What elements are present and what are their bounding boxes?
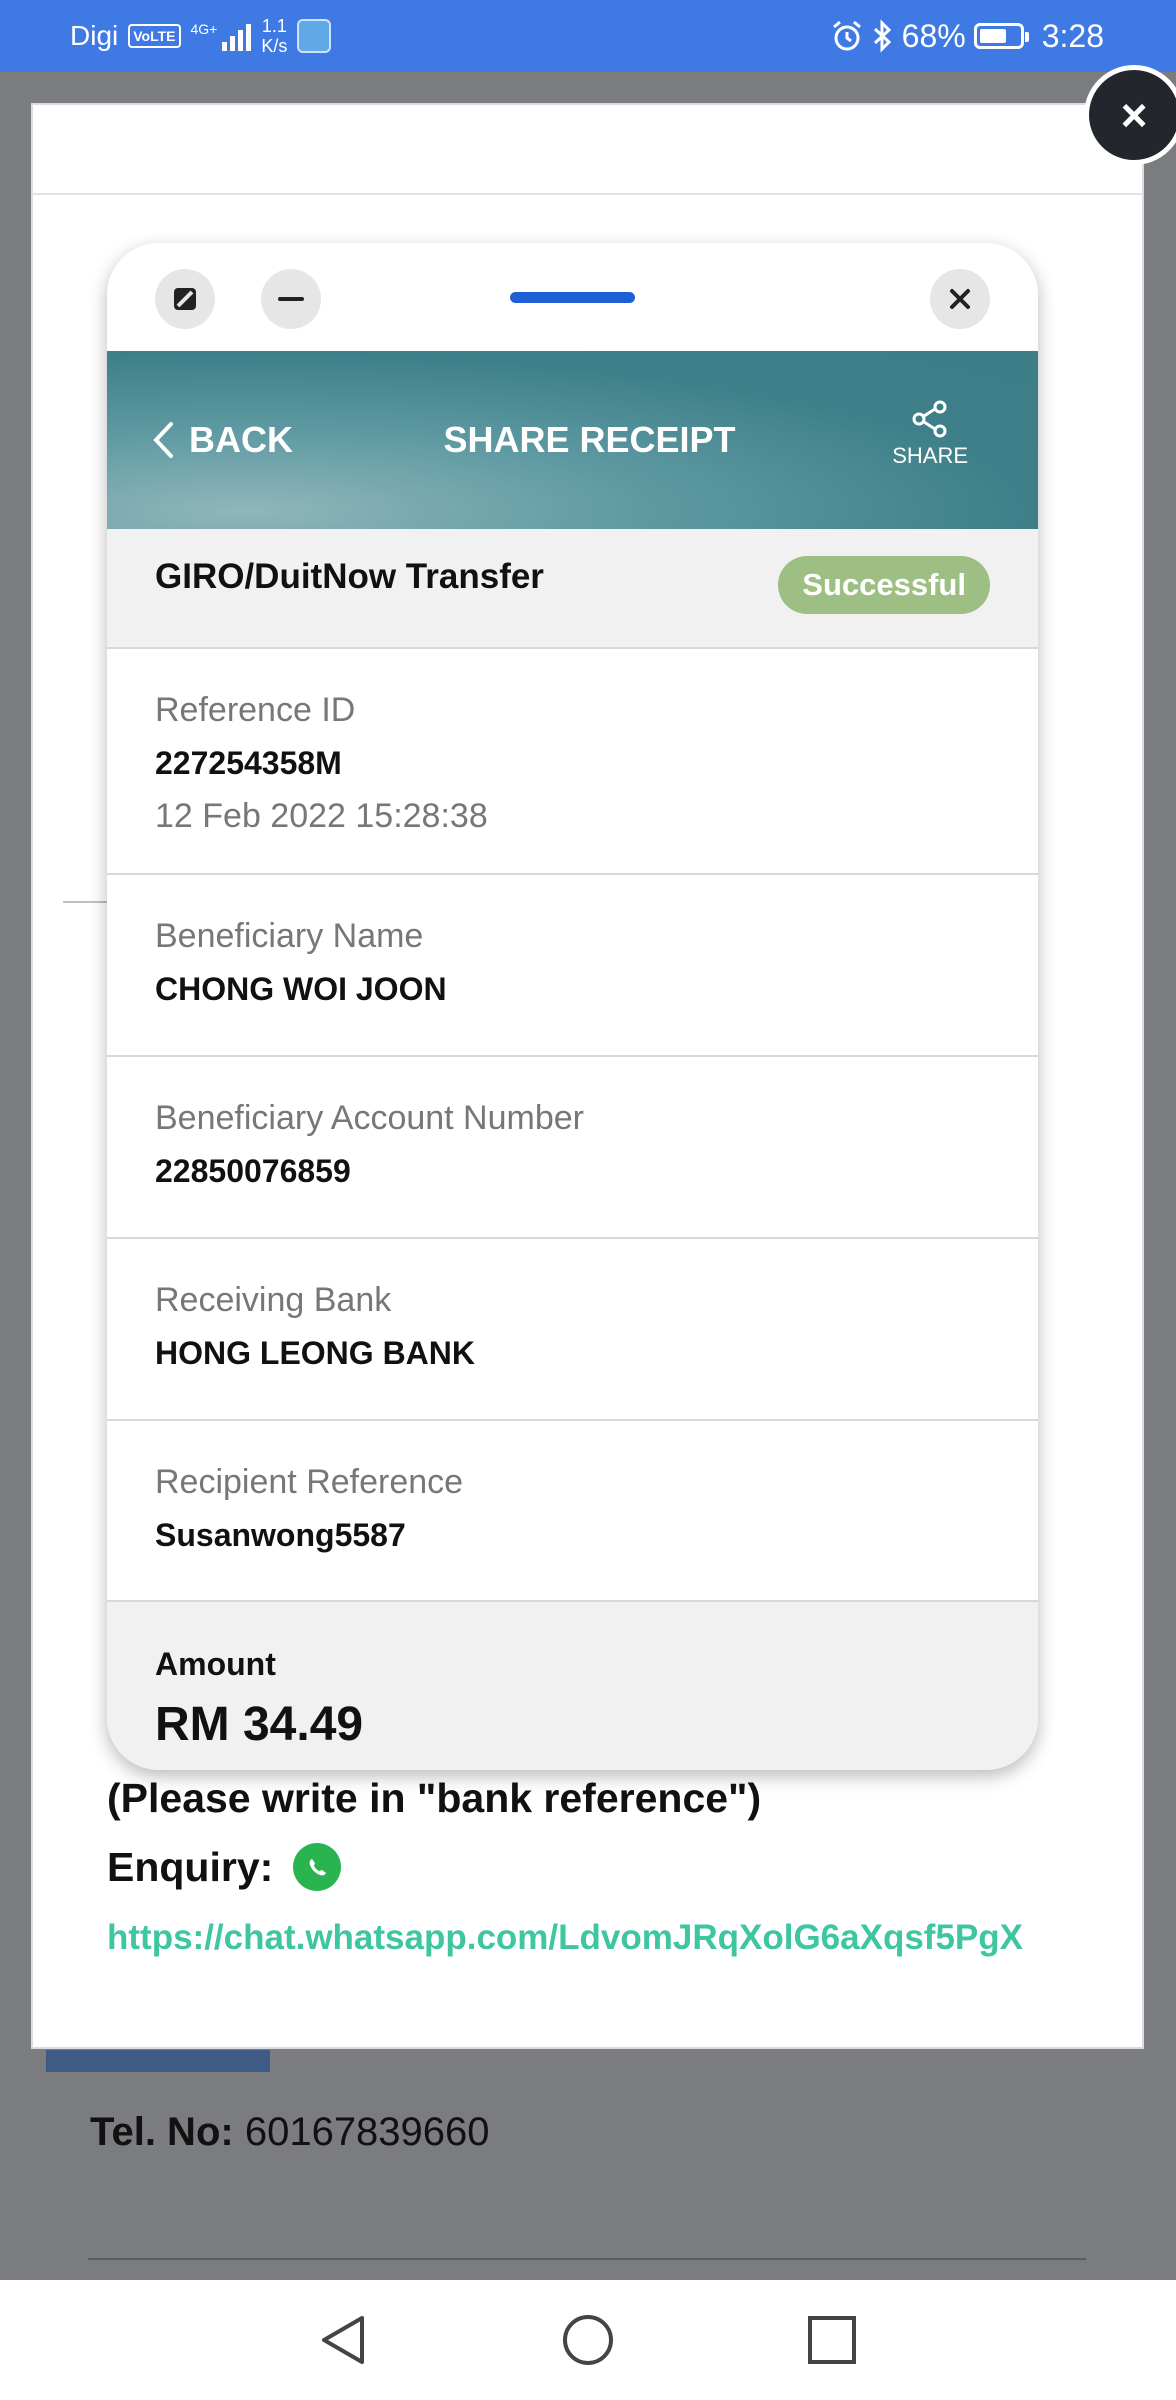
- field-label: Recipient Reference: [155, 1463, 464, 1501]
- enquiry-row: Enquiry:: [107, 1843, 342, 1891]
- share-label: SHARE: [892, 443, 968, 468]
- field-label: Beneficiary Name: [155, 917, 424, 955]
- status-right: 68% 3:28: [830, 0, 1104, 72]
- nav-recents-button[interactable]: [802, 2310, 862, 2370]
- field-timestamp: 12 Feb 2022 15:28:38: [155, 797, 488, 835]
- phone-icon: [309, 1859, 327, 1876]
- window-drag-handle[interactable]: [510, 292, 635, 303]
- field-label: Receiving Bank: [155, 1281, 392, 1319]
- minimize-window-button[interactable]: [261, 269, 321, 329]
- modal-close-button[interactable]: ×: [1084, 65, 1176, 165]
- volte-badge: VoLTE: [128, 24, 181, 48]
- close-window-button[interactable]: [930, 269, 990, 329]
- nav-back-button[interactable]: [312, 2310, 372, 2370]
- receipt-screenshot: BACK SHARE RECEIPT SHARE GIRO/DuitNow Tr…: [107, 243, 1038, 1770]
- signal-icon: 4G+: [191, 21, 252, 51]
- receipt-header: BACK SHARE RECEIPT SHARE: [107, 351, 1038, 529]
- field-value: 227254358M: [155, 745, 342, 781]
- whatsapp-link[interactable]: https://chat.whatsapp.com/LdvomJRqXolG6a…: [107, 1918, 1023, 1958]
- amount-value: RM 34.49: [155, 1698, 364, 1751]
- status-badge: Successful: [778, 556, 990, 614]
- background-tel: Tel. No: 60167839660: [90, 2110, 490, 2155]
- field-value: HONG LEONG BANK: [155, 1335, 475, 1371]
- square-recents-icon: [808, 2316, 856, 2364]
- field-beneficiary-account: Beneficiary Account Number 22850076859: [107, 1057, 1038, 1239]
- share-icon: [912, 400, 947, 438]
- status-bar: Digi VoLTE 4G+ 1.1 K/s 68% 3:28: [0, 0, 1176, 72]
- battery-icon: [973, 23, 1029, 49]
- whatsapp-icon[interactable]: [293, 1843, 342, 1891]
- field-recipient-reference: Recipient Reference Susanwong5587: [107, 1421, 1038, 1602]
- field-value: 22850076859: [155, 1153, 351, 1189]
- field-value: Susanwong5587: [155, 1517, 406, 1553]
- field-label: Beneficiary Account Number: [155, 1099, 584, 1137]
- transaction-type: GIRO/DuitNow Transfer: [155, 557, 544, 596]
- circle-home-icon: [563, 2315, 613, 2365]
- background-image-strip: [46, 2050, 270, 2072]
- amount-section: Amount RM 34.49: [107, 1602, 1038, 1770]
- floating-window-toolbar: [107, 243, 1038, 351]
- tel-value: 60167839660: [244, 2110, 490, 2154]
- share-button[interactable]: SHARE: [892, 399, 968, 469]
- field-reference-id: Reference ID 227254358M 12 Feb 2022 15:2…: [107, 649, 1038, 875]
- background-divider: [88, 2258, 1086, 2260]
- nav-home-button[interactable]: [558, 2310, 618, 2370]
- network-type: 4G+: [190, 21, 218, 37]
- field-receiving-bank: Receiving Bank HONG LEONG BANK: [107, 1239, 1038, 1421]
- bluetooth-icon: [873, 19, 891, 53]
- field-beneficiary-name: Beneficiary Name CHONG WOI JOON: [107, 875, 1038, 1057]
- minus-icon: [278, 297, 304, 301]
- bank-reference-note: (Please write in "bank reference"): [107, 1775, 762, 1821]
- carrier-name: Digi: [70, 20, 119, 51]
- alarm-icon: [832, 20, 861, 51]
- triangle-back-icon: [322, 2316, 364, 2364]
- tel-label: Tel. No:: [90, 2110, 234, 2154]
- field-value: CHONG WOI JOON: [155, 971, 447, 1007]
- transaction-summary: GIRO/DuitNow Transfer Successful: [107, 529, 1038, 649]
- status-left: Digi VoLTE 4G+ 1.1 K/s: [70, 0, 332, 72]
- system-nav-bar: [0, 2280, 1176, 2400]
- field-label: Reference ID: [155, 691, 356, 729]
- network-speed: 1.1 K/s: [261, 16, 287, 56]
- clock: 3:28: [1041, 17, 1104, 54]
- modal-header-divider: [33, 193, 1142, 195]
- speed-unit: K/s: [261, 36, 288, 56]
- notification-app-icon: [297, 19, 332, 53]
- expand-icon: [174, 288, 196, 310]
- enquiry-label: Enquiry:: [107, 1843, 274, 1890]
- expand-window-button[interactable]: [155, 269, 215, 329]
- battery-percent: 68%: [901, 17, 966, 54]
- amount-label: Amount: [155, 1646, 276, 1682]
- speed-value: 1.1: [261, 16, 287, 36]
- close-icon: [950, 289, 970, 309]
